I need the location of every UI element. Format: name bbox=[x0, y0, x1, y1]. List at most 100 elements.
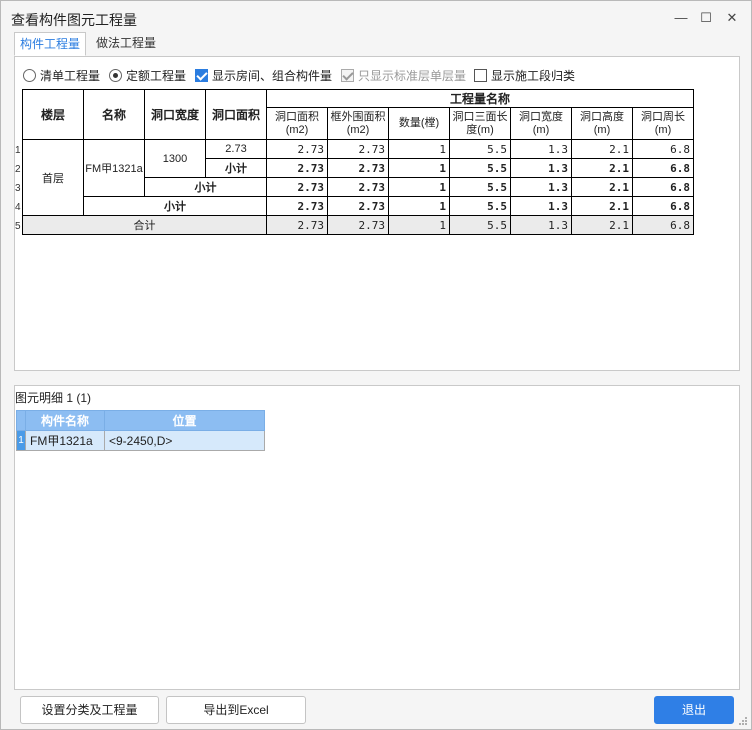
maximize-button[interactable]: ☐ bbox=[695, 8, 717, 28]
cell-value[interactable]: 5.5 bbox=[449, 215, 511, 235]
cell-value[interactable]: 2.73 bbox=[327, 139, 389, 159]
cell-value[interactable]: 6.8 bbox=[632, 139, 694, 159]
quantity-table: 楼层 名称 洞口宽度 洞口面积 工程量名称 洞口面积(m2) 框外围面积(m2)… bbox=[22, 89, 694, 235]
cell-value[interactable]: 5.5 bbox=[449, 196, 511, 216]
settings-button[interactable]: 设置分类及工程量 bbox=[20, 696, 159, 724]
header-col[interactable]: 洞口高度(m) bbox=[571, 107, 633, 140]
cell-value[interactable]: 5.5 bbox=[449, 139, 511, 159]
radio-quota-quantity[interactable]: 定额工程量 bbox=[109, 67, 186, 83]
cell-value[interactable]: 2.1 bbox=[571, 177, 633, 197]
cell-value[interactable]: 2.1 bbox=[571, 158, 633, 178]
header-col[interactable]: 数量(樘) bbox=[388, 107, 450, 140]
cell-value[interactable]: 6.8 bbox=[632, 196, 694, 216]
detail-title: 图元明细 1 (1) bbox=[15, 391, 92, 405]
window-title: 查看构件图元工程量 bbox=[11, 12, 137, 28]
cell-value[interactable]: 2.1 bbox=[571, 139, 633, 159]
row-number: 4 bbox=[15, 202, 21, 213]
row-number: 2 bbox=[15, 164, 21, 175]
cell-value[interactable]: 1.3 bbox=[510, 215, 572, 235]
detail-corner bbox=[16, 410, 26, 431]
cell-value[interactable]: 2.73 bbox=[327, 177, 389, 197]
tab-component-quantity[interactable]: 构件工程量 bbox=[14, 32, 86, 56]
cell-name[interactable]: FM甲1321a bbox=[83, 139, 145, 197]
cell-value[interactable]: 1.3 bbox=[510, 158, 572, 178]
tab-method-quantity[interactable]: 做法工程量 bbox=[90, 32, 162, 56]
check-standard-floor: 只显示标准层单层量 bbox=[341, 67, 466, 83]
title-bar: 查看构件图元工程量 — ☐ ✕ bbox=[1, 1, 751, 33]
cell-total-label[interactable]: 合计 bbox=[22, 215, 267, 235]
detail-cell-name[interactable]: FM甲1321a bbox=[25, 430, 105, 451]
header-floor[interactable]: 楼层 bbox=[22, 89, 84, 140]
cell-value[interactable]: 1 bbox=[388, 196, 450, 216]
close-button[interactable]: ✕ bbox=[721, 8, 743, 28]
quantity-panel: 清单工程量 定额工程量 显示房间、组合构件量 只显示标准层单层量 显示施工段归类… bbox=[14, 56, 740, 371]
cell-value[interactable]: 5.5 bbox=[449, 158, 511, 178]
cell-subtotal-label[interactable]: 小计 bbox=[144, 177, 267, 197]
cell-value[interactable]: 6.8 bbox=[632, 158, 694, 178]
cell-value[interactable]: 1.3 bbox=[510, 139, 572, 159]
cell-value[interactable]: 6.8 bbox=[632, 177, 694, 197]
row-number: 1 bbox=[15, 145, 21, 156]
header-col[interactable]: 洞口宽度(m) bbox=[510, 107, 572, 140]
row-number: 5 bbox=[15, 221, 21, 232]
minimize-button[interactable]: — bbox=[670, 8, 692, 28]
header-col[interactable]: 洞口三面长度(m) bbox=[449, 107, 511, 140]
header-col[interactable]: 洞口周长(m) bbox=[632, 107, 694, 140]
cell-value[interactable]: 2.73 bbox=[327, 215, 389, 235]
resize-grip-icon[interactable] bbox=[738, 716, 748, 726]
header-quantity-group: 工程量名称 bbox=[266, 89, 694, 108]
cell-value[interactable]: 5.5 bbox=[449, 177, 511, 197]
cell-value[interactable]: 1.3 bbox=[510, 177, 572, 197]
header-col[interactable]: 框外围面积(m2) bbox=[327, 107, 389, 140]
export-excel-button[interactable]: 导出到Excel bbox=[166, 696, 306, 724]
cell-area[interactable]: 2.73 bbox=[205, 139, 267, 159]
cell-value[interactable]: 1 bbox=[388, 215, 450, 235]
checkbox-disabled-icon bbox=[341, 68, 354, 82]
cell-value[interactable]: 2.73 bbox=[327, 158, 389, 178]
cell-value[interactable]: 6.8 bbox=[632, 215, 694, 235]
cell-value[interactable]: 2.73 bbox=[266, 158, 328, 178]
checkbox-icon[interactable] bbox=[474, 68, 487, 82]
check-standard-label: 只显示标准层单层量 bbox=[358, 68, 467, 83]
cell-value[interactable]: 2.1 bbox=[571, 196, 633, 216]
cell-subtotal-label[interactable]: 小计 bbox=[83, 196, 267, 216]
header-opening-area[interactable]: 洞口面积 bbox=[205, 89, 267, 140]
row-number: 3 bbox=[15, 183, 21, 194]
quantity-grid: 1 2 3 4 5 楼层 名称 洞口宽度 洞口面积 工程量名称 洞口面积(m2)… bbox=[15, 89, 694, 235]
cell-value[interactable]: 1 bbox=[388, 177, 450, 197]
detail-row-number[interactable]: 1 bbox=[16, 430, 26, 451]
cell-value[interactable]: 1 bbox=[388, 158, 450, 178]
cell-floor[interactable]: 首层 bbox=[22, 139, 84, 216]
radio-icon[interactable] bbox=[23, 68, 36, 82]
radio-selected-icon[interactable] bbox=[109, 68, 122, 82]
detail-table: 构件名称 位置 1 FM甲1321a <9-2450,D> bbox=[16, 410, 265, 451]
cell-value[interactable]: 2.73 bbox=[266, 177, 328, 197]
detail-cell-position[interactable]: <9-2450,D> bbox=[104, 430, 265, 451]
header-opening-width[interactable]: 洞口宽度 bbox=[144, 89, 206, 140]
radio-list-label: 清单工程量 bbox=[40, 68, 101, 83]
check-rooms-label: 显示房间、组合构件量 bbox=[212, 68, 333, 83]
header-name[interactable]: 名称 bbox=[83, 89, 145, 140]
cell-width[interactable]: 1300 bbox=[144, 139, 206, 178]
cell-value[interactable]: 2.73 bbox=[266, 196, 328, 216]
cell-value[interactable]: 2.1 bbox=[571, 215, 633, 235]
cell-value[interactable]: 1 bbox=[388, 139, 450, 159]
dialog-window: 查看构件图元工程量 — ☐ ✕ 构件工程量 做法工程量 清单工程量 定额工程量 … bbox=[0, 0, 752, 730]
check-show-sections[interactable]: 显示施工段归类 bbox=[474, 67, 575, 83]
check-show-rooms[interactable]: 显示房间、组合构件量 bbox=[195, 67, 332, 83]
cell-value[interactable]: 2.73 bbox=[327, 196, 389, 216]
detail-header-position[interactable]: 位置 bbox=[104, 410, 265, 431]
cell-value[interactable]: 2.73 bbox=[266, 215, 328, 235]
radio-quota-label: 定额工程量 bbox=[126, 68, 187, 83]
panel-splitter[interactable] bbox=[14, 373, 740, 385]
header-col[interactable]: 洞口面积(m2) bbox=[266, 107, 328, 140]
radio-list-quantity[interactable]: 清单工程量 bbox=[23, 67, 100, 83]
checkbox-checked-icon[interactable] bbox=[195, 68, 208, 82]
detail-header-name[interactable]: 构件名称 bbox=[25, 410, 105, 431]
cell-value[interactable]: 2.73 bbox=[266, 139, 328, 159]
exit-button[interactable]: 退出 bbox=[654, 696, 734, 724]
check-sections-label: 显示施工段归类 bbox=[491, 68, 576, 83]
detail-panel: 图元明细 1 (1) 构件名称 位置 1 FM甲1321a <9-2450,D> bbox=[14, 385, 740, 690]
cell-subtotal-label[interactable]: 小计 bbox=[205, 158, 267, 178]
cell-value[interactable]: 1.3 bbox=[510, 196, 572, 216]
